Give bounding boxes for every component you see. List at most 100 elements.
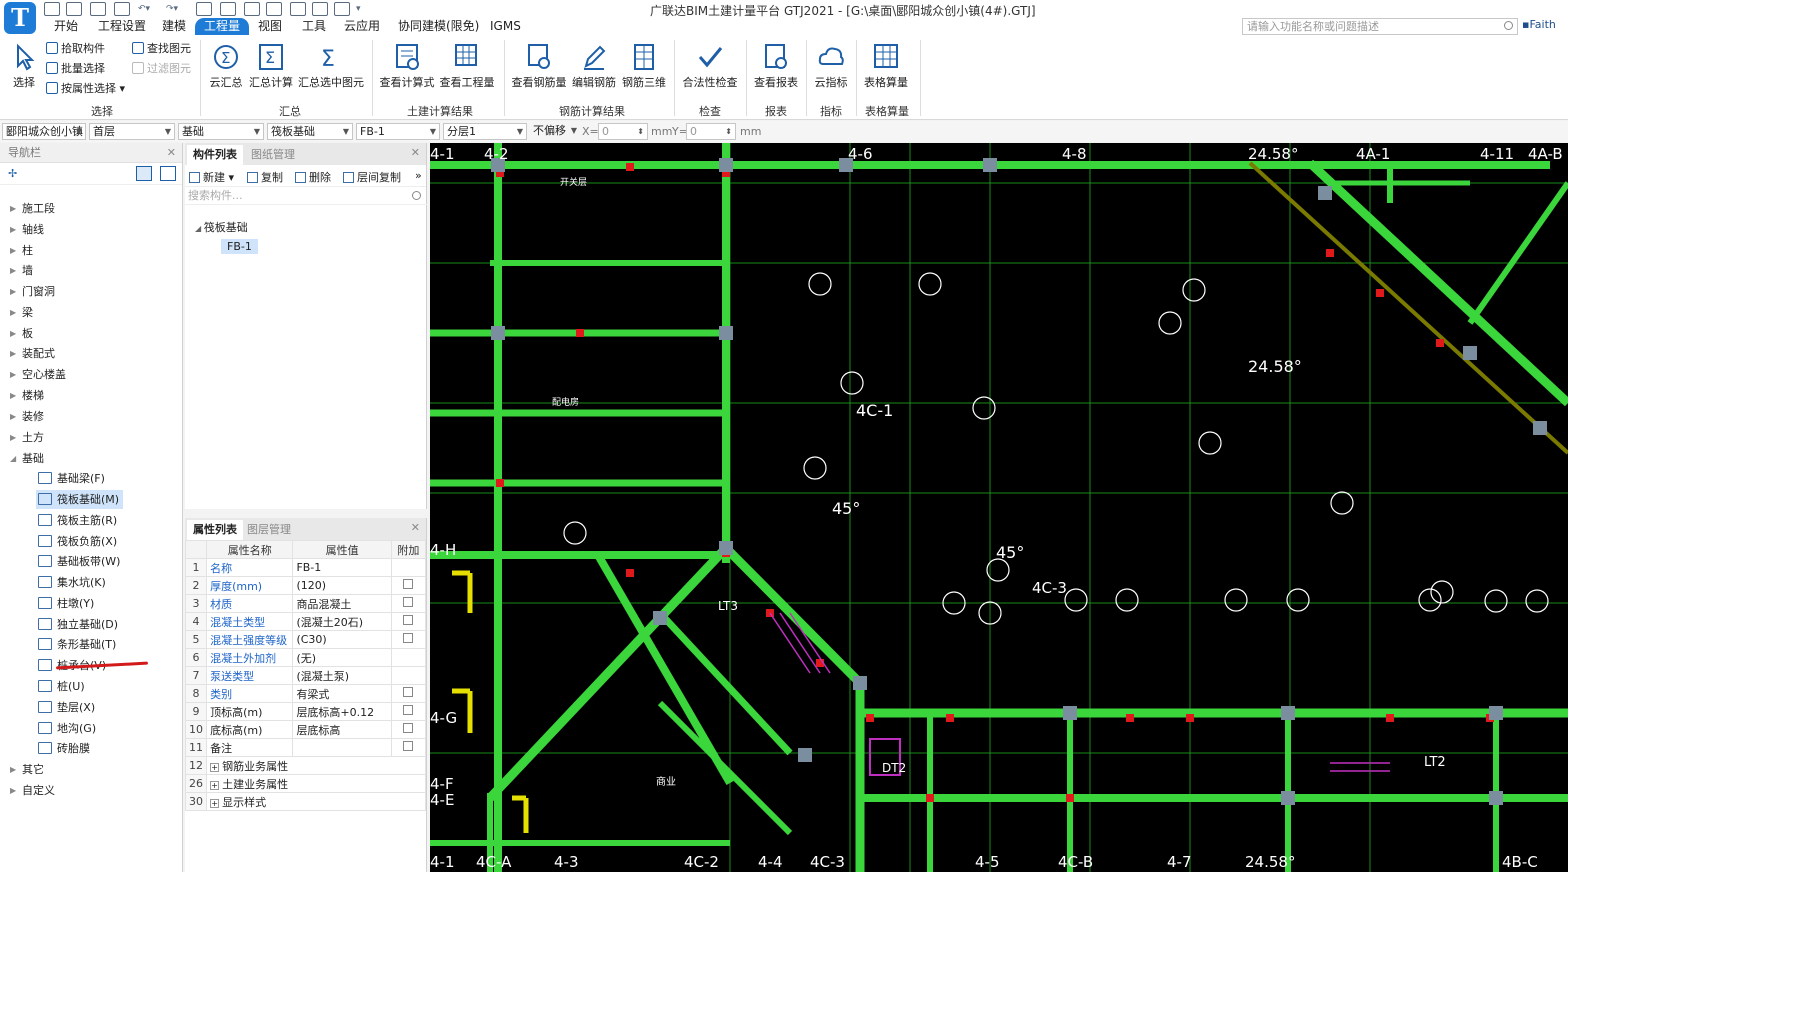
copy-component-button[interactable]: 复制 (247, 169, 283, 185)
property-value[interactable]: 商品混凝土 (292, 594, 392, 613)
property-value[interactable]: (120) (292, 576, 392, 595)
view-formula-button[interactable]: 查看计算式 (378, 38, 436, 90)
expand-plus-icon[interactable]: + (210, 780, 220, 790)
type-select[interactable]: 筏板基础 ▼ (267, 123, 353, 140)
menu-start[interactable]: 开始 (54, 18, 78, 35)
quick-tool-icon-2[interactable] (220, 2, 236, 16)
nav-item-foundation[interactable]: ◢ 基础 (0, 449, 182, 469)
category-select[interactable]: 基础 ▼ (178, 123, 264, 140)
property-value[interactable]: (C30) (292, 630, 392, 649)
find-element-button[interactable]: 查找图元 (132, 40, 191, 56)
open-icon[interactable] (66, 2, 82, 16)
property-row[interactable]: 10 底标高(m) 层底标高 (184, 720, 427, 739)
select-by-property-button[interactable]: 按属性选择 ▾ (46, 80, 125, 96)
property-row[interactable]: 26 + 土建业务属性 (184, 774, 426, 793)
menu-project-settings[interactable]: 工程设置 (98, 18, 146, 35)
cloud-index-button[interactable]: 云指标 (812, 38, 850, 90)
floor-copy-button[interactable]: 层间复制 (343, 169, 401, 185)
new-component-button[interactable]: 新建 ▾ (189, 169, 234, 185)
drawing-canvas[interactable]: 4-1 4-2 4-6 4-8 24.58° 4A-1 4-11 4A-B 4-1 4C-A 4-3… (430, 143, 1568, 872)
list-view-icon[interactable] (136, 166, 152, 181)
property-value[interactable]: 有梁式 (292, 684, 392, 703)
tree-root-raft[interactable]: ◢ 筏板基础 (195, 219, 248, 235)
cad-drawing[interactable] (430, 143, 1568, 872)
nav-item-decoration[interactable]: ▶ 装修 (0, 407, 182, 427)
pick-component-button[interactable]: 拾取构件 (46, 40, 105, 56)
property-row[interactable]: 7 泵送类型 (混凝土泵) (184, 666, 427, 685)
rebar-3d-button[interactable]: 钢筋三维 (620, 38, 668, 90)
component-select[interactable]: FB-1 ▼ (356, 123, 440, 140)
save-as-icon[interactable] (114, 2, 130, 16)
sub-item-foundation-beam[interactable]: 基础梁(F) (36, 469, 109, 488)
component-search-input[interactable]: 搜索构件... (185, 187, 427, 205)
menu-cloud[interactable]: 云应用 (344, 18, 380, 35)
property-row[interactable]: 8 类别 有梁式 (184, 684, 427, 703)
property-value[interactable]: (无) (292, 648, 392, 667)
sub-item-cushion[interactable]: 垫层(X) (36, 698, 99, 717)
property-row[interactable]: 12 + 钢筋业务属性 (184, 756, 426, 775)
property-row[interactable]: 4 混凝土类型 (混凝土20石) (184, 612, 427, 631)
sub-item-sump-pit[interactable]: 集水坑(K) (36, 573, 110, 592)
quick-tool-icon-4[interactable] (266, 2, 282, 16)
nav-item-construction-section[interactable]: ▶ 施工段 (0, 199, 182, 219)
customize-icon[interactable]: ▾ (356, 4, 361, 14)
more-tools-icon[interactable]: » (415, 169, 422, 182)
property-value[interactable]: 层底标高 (292, 720, 392, 739)
view-quantity-button[interactable]: 查看工程量 (438, 38, 496, 90)
batch-select-button[interactable]: 批量选择 (46, 60, 105, 76)
quick-tool-icon-1[interactable] (196, 2, 212, 16)
tile-view-icon[interactable] (160, 166, 176, 181)
nav-item-prefab[interactable]: ▶ 装配式 (0, 344, 182, 364)
close-icon[interactable]: ✕ (167, 143, 176, 163)
menu-tools[interactable]: 工具 (302, 18, 326, 35)
property-row[interactable]: 2 厚度(mm) (120) (184, 576, 427, 595)
expand-plus-icon[interactable]: + (210, 762, 220, 772)
search-icon[interactable] (412, 191, 421, 200)
property-group[interactable]: + 显示样式 (206, 792, 426, 811)
pin-icon[interactable]: ✢ (8, 167, 17, 180)
menu-view[interactable]: 视图 (258, 18, 282, 35)
nav-item-column[interactable]: ▶ 柱 (0, 241, 182, 261)
tab-layer-management[interactable]: 图层管理 (241, 520, 297, 540)
property-row[interactable]: 5 混凝土强度等级 (C30) (184, 630, 427, 649)
undo-icon[interactable]: ↶▾ (138, 4, 150, 14)
property-row[interactable]: 3 材质 商品混凝土 (184, 594, 427, 613)
tab-property-list[interactable]: 属性列表 (187, 520, 243, 540)
nav-item-openings[interactable]: ▶ 门窗洞 (0, 282, 182, 302)
function-search-input[interactable]: 请输入功能名称或问题描述 (1242, 18, 1518, 35)
cloud-summary-button[interactable]: Σ 云汇总 (206, 38, 246, 90)
project-select[interactable]: 郾阳城众创小镇 ▼ (2, 123, 86, 140)
property-row[interactable]: 30 + 显示样式 (184, 792, 426, 811)
extra-checkbox[interactable] (403, 723, 414, 733)
tab-drawing-management[interactable]: 图纸管理 (245, 145, 301, 165)
view-rebar-button[interactable]: 查看钢筋量 (510, 38, 568, 90)
floor-select[interactable]: 首层 ▼ (89, 123, 175, 140)
sub-item-column-pier[interactable]: 柱墩(Y) (36, 594, 98, 613)
sub-item-strip-footing[interactable]: 条形基础(T) (36, 635, 120, 654)
user-account[interactable]: ▪Faith (1522, 18, 1556, 31)
extra-checkbox[interactable] (403, 615, 414, 625)
extra-checkbox[interactable] (403, 579, 414, 589)
x-input[interactable]: 0 ⬍ (598, 123, 648, 140)
view-report-button[interactable]: 查看报表 (752, 38, 800, 90)
extra-checkbox[interactable] (403, 633, 414, 643)
menu-igms[interactable]: IGMS (490, 18, 521, 35)
property-value[interactable]: (混凝土20石) (292, 612, 392, 631)
offset-select[interactable]: 不偏移 ▼ (530, 123, 580, 140)
property-group[interactable]: + 土建业务属性 (206, 774, 426, 793)
layer-select[interactable]: 分层1 ▼ (443, 123, 527, 140)
quick-tool-icon-5[interactable] (290, 2, 306, 16)
extra-checkbox[interactable] (403, 705, 414, 715)
sub-item-raft-negative-rebar[interactable]: 筏板负筋(X) (36, 532, 121, 551)
delete-component-button[interactable]: 删除 (295, 169, 331, 185)
summary-calc-button[interactable]: Σ 汇总计算 (248, 38, 294, 90)
extra-checkbox[interactable] (403, 597, 414, 607)
property-row[interactable]: 6 混凝土外加剂 (无) (184, 648, 427, 667)
table-quantity-button[interactable]: 表格算量 (862, 38, 910, 90)
property-value[interactable] (292, 738, 392, 757)
extra-checkbox[interactable] (403, 687, 414, 697)
validity-check-button[interactable]: 合法性检查 (680, 38, 740, 90)
nav-item-others[interactable]: ▶ 其它 (0, 760, 182, 780)
sub-item-raft-main-rebar[interactable]: 筏板主筋(R) (36, 511, 121, 530)
sub-item-foundation-strip[interactable]: 基础板带(W) (36, 552, 124, 571)
